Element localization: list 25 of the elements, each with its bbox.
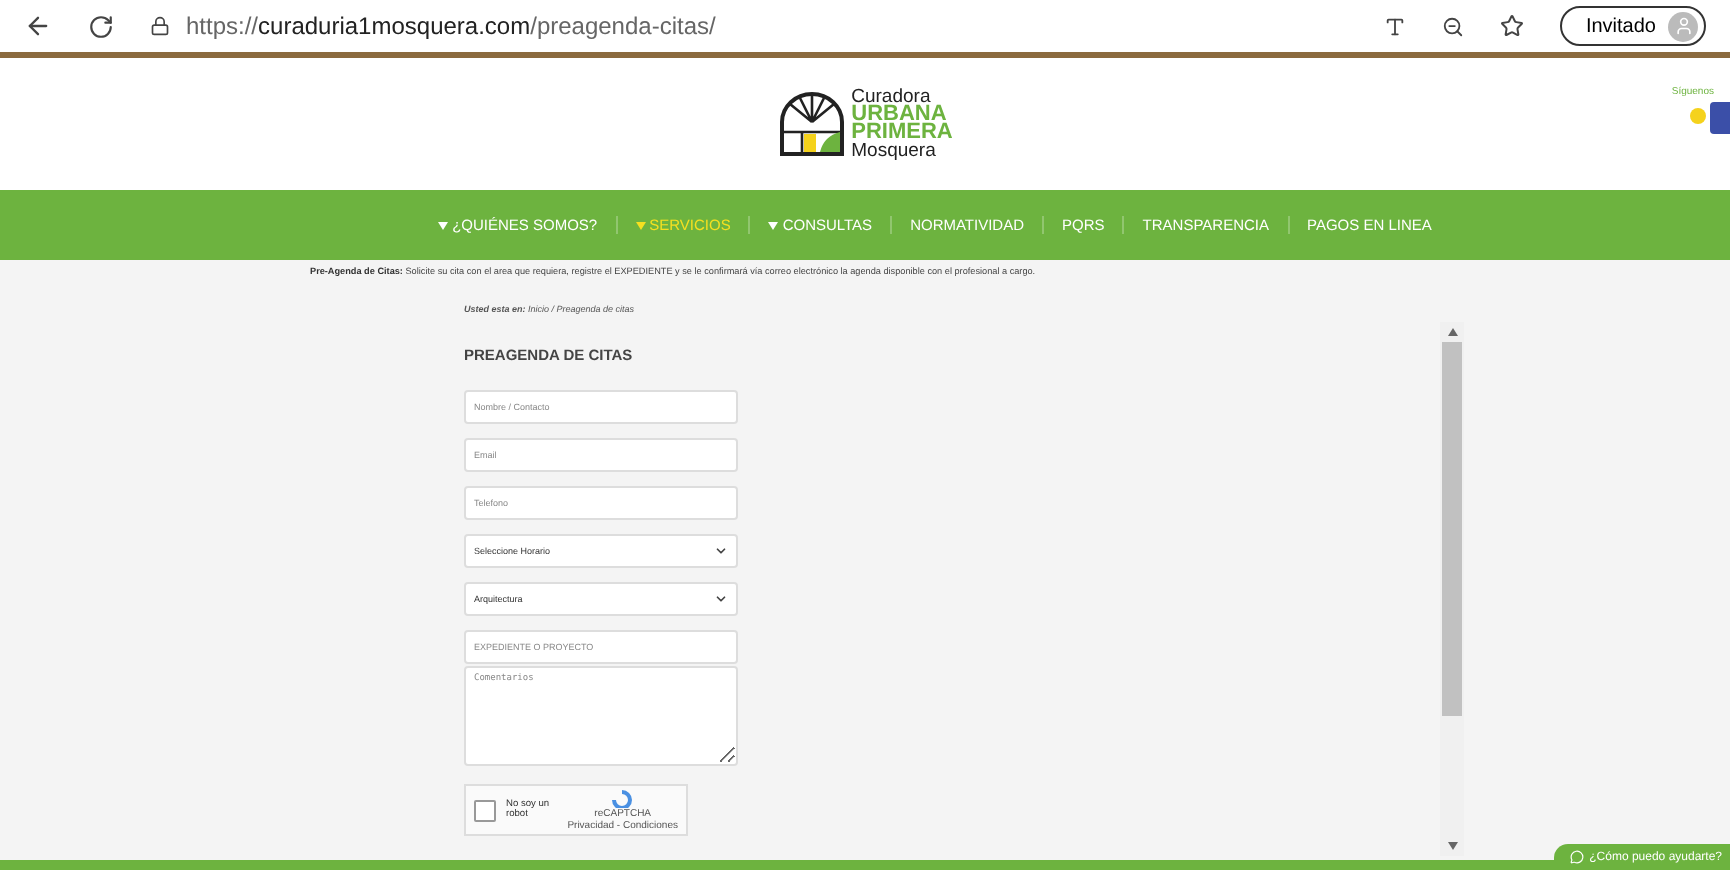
zoom-out-icon[interactable] [1441, 15, 1464, 37]
caret-icon [438, 221, 449, 229]
recaptcha-logo-icon [612, 789, 633, 807]
avatar-icon [1668, 11, 1698, 41]
whatsapp-icon [1569, 850, 1584, 864]
back-icon[interactable] [24, 12, 52, 40]
chevron-down-icon [714, 544, 728, 558]
caret-icon [635, 221, 646, 229]
scroll-up-icon[interactable] [1447, 328, 1457, 336]
lock-icon [150, 16, 170, 36]
logo-text: URBANA [851, 106, 947, 124]
logo-icon [777, 92, 846, 156]
chevron-down-icon [714, 592, 728, 606]
favorites-icon[interactable] [1499, 14, 1524, 38]
address-bar-url[interactable]: https://curaduria1mosquera.com/preagenda-citas/ [186, 12, 716, 40]
scrollbar[interactable] [1440, 322, 1464, 856]
read-aloud-icon[interactable] [1383, 15, 1406, 37]
scroll-down-icon[interactable] [1447, 842, 1457, 850]
logo-text: PRIMERA [851, 124, 953, 142]
logo-text: Curadora [851, 88, 931, 106]
captcha-checkbox[interactable] [474, 799, 496, 821]
profile-button[interactable]: Invitado [1559, 6, 1706, 46]
reload-icon[interactable] [88, 13, 114, 39]
caret-icon [768, 221, 779, 229]
logo-text: Mosquera [851, 142, 938, 160]
